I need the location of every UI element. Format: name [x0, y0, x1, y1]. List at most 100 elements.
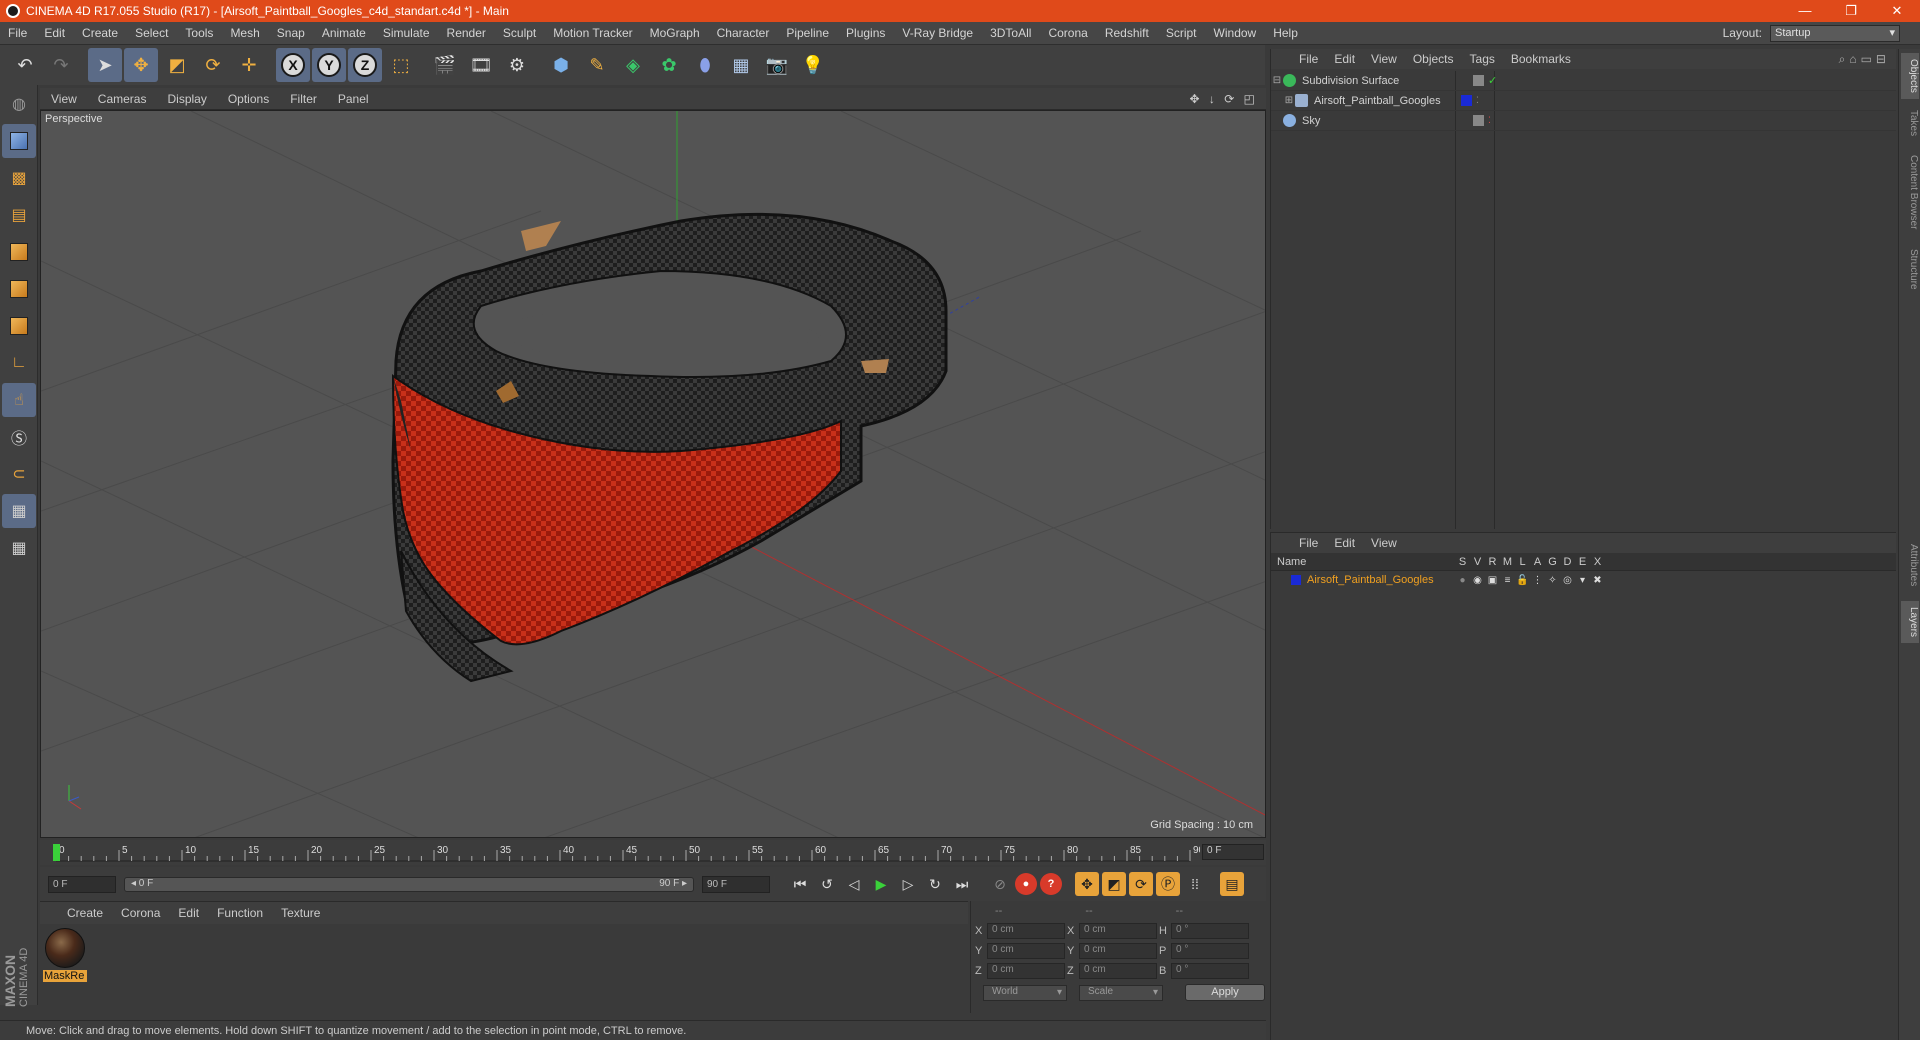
menu-redshift[interactable]: Redshift: [1097, 26, 1158, 40]
menu-mesh[interactable]: Mesh: [222, 26, 268, 40]
solo-toggle-icon[interactable]: ●: [1455, 575, 1470, 586]
deformer-icon[interactable]: ⬮: [688, 48, 722, 82]
end-frame-field[interactable]: 90 F: [702, 875, 770, 893]
manager-toggle-icon[interactable]: ≡: [1500, 575, 1515, 586]
light-icon[interactable]: 💡: [796, 48, 830, 82]
material-menu-function[interactable]: Function: [208, 906, 272, 920]
enabled-check-icon[interactable]: ✓: [1488, 74, 1497, 87]
step-back-icon[interactable]: ◁: [842, 872, 866, 896]
redo-icon[interactable]: ↷: [44, 48, 78, 82]
scale-tool-icon[interactable]: ◩: [160, 48, 194, 82]
play-forward-icon[interactable]: ▶: [869, 872, 893, 896]
floor-scene-icon[interactable]: ▦: [724, 48, 758, 82]
z-axis-lock-button[interactable]: Z: [348, 48, 382, 82]
tab-layers[interactable]: Layers: [1901, 601, 1919, 643]
viewport-menu-cameras[interactable]: Cameras: [87, 92, 157, 106]
layer-col-manager[interactable]: M: [1500, 556, 1515, 568]
tweak-mode-icon[interactable]: ☝: [2, 383, 36, 417]
layer-color-swatch[interactable]: [1291, 575, 1301, 585]
go-to-start-icon[interactable]: ⏮: [788, 872, 812, 896]
array-generator-icon[interactable]: ✿: [652, 48, 686, 82]
generator-toggle-icon[interactable]: ✧: [1545, 575, 1560, 586]
polygons-mode-icon[interactable]: [2, 309, 36, 343]
tab-content-browser[interactable]: Content Browser: [1901, 147, 1919, 237]
menu-vray-bridge[interactable]: V-Ray Bridge: [894, 26, 982, 40]
viewport-menu-filter[interactable]: Filter: [279, 92, 327, 106]
rotation-b-field[interactable]: 0 °: [1171, 963, 1249, 979]
position-x-field[interactable]: 0 cm: [987, 923, 1065, 939]
viewport-menu-display[interactable]: Display: [156, 92, 216, 106]
subdivision-surface-icon[interactable]: ◈: [616, 48, 650, 82]
x-axis-lock-button[interactable]: X: [276, 48, 310, 82]
object-row-airsoft-googles[interactable]: ⊞ Airsoft_Paintball_Googles ⁚: [1271, 91, 1896, 111]
expand-toggle-icon[interactable]: ⊟: [1271, 75, 1283, 86]
position-z-field[interactable]: 0 cm: [987, 963, 1065, 979]
menu-tools[interactable]: Tools: [177, 26, 222, 40]
material-menu-corona[interactable]: Corona: [112, 906, 169, 920]
viewport-menu-panel[interactable]: Panel: [327, 92, 379, 106]
render-picture-viewer-icon[interactable]: 🎞: [464, 48, 498, 82]
objects-menu-bookmarks[interactable]: Bookmarks: [1503, 52, 1579, 66]
layer-col-render[interactable]: R: [1485, 556, 1500, 568]
y-axis-lock-button[interactable]: Y: [312, 48, 346, 82]
menu-motion-tracker[interactable]: Motion Tracker: [545, 26, 641, 40]
rotation-p-field[interactable]: 0 °: [1171, 943, 1249, 959]
layers-menu-edit[interactable]: Edit: [1326, 536, 1363, 550]
menu-select[interactable]: Select: [127, 26, 177, 40]
layout-dropdown[interactable]: Startup: [1770, 24, 1900, 42]
position-y-field[interactable]: 0 cm: [987, 943, 1065, 959]
view-toggle-icon[interactable]: ◉: [1470, 575, 1485, 586]
layer-col-locked[interactable]: L: [1515, 556, 1530, 568]
make-editable-icon[interactable]: ◍: [2, 87, 36, 121]
tab-objects[interactable]: Objects: [1901, 53, 1919, 99]
move-tool-icon[interactable]: ✥: [124, 48, 158, 82]
visibility-toggle-icon[interactable]: [1473, 115, 1484, 126]
tab-structure[interactable]: Structure: [1901, 243, 1919, 295]
camera-icon[interactable]: 📷: [760, 48, 794, 82]
step-forward-icon[interactable]: ▷: [896, 872, 920, 896]
key-parameter-icon[interactable]: Ⓟ: [1156, 872, 1180, 896]
objects-menu-view[interactable]: View: [1363, 52, 1405, 66]
menu-mograph[interactable]: MoGraph: [642, 26, 709, 40]
viewport-menu-options[interactable]: Options: [217, 92, 279, 106]
size-mode-dropdown[interactable]: Scale: [1079, 984, 1163, 1001]
key-position-icon[interactable]: ✥: [1075, 872, 1099, 896]
layer-row[interactable]: Airsoft_Paintball_Googles ● ◉ ▣ ≡ 🔓 ⋮ ✧ …: [1271, 571, 1896, 589]
rotate-tool-icon[interactable]: ⟳: [196, 48, 230, 82]
objects-menu-tags[interactable]: Tags: [1462, 52, 1503, 66]
undo-icon[interactable]: ↶: [8, 48, 42, 82]
model-mode-icon[interactable]: [2, 124, 36, 158]
material-menu-create[interactable]: Create: [58, 906, 112, 920]
tab-attributes[interactable]: Attributes: [1901, 535, 1919, 595]
objects-menu-edit[interactable]: Edit: [1326, 52, 1363, 66]
material-menu-texture[interactable]: Texture: [272, 906, 329, 920]
menu-simulate[interactable]: Simulate: [375, 26, 439, 40]
menu-plugins[interactable]: Plugins: [838, 26, 894, 40]
animation-toggle-icon[interactable]: ⋮: [1530, 575, 1545, 586]
frame-range-slider[interactable]: ◂ 0 F 90 F ▸: [124, 876, 694, 892]
record-keys-icon[interactable]: ⊘: [988, 872, 1012, 896]
tab-takes[interactable]: Takes: [1901, 105, 1919, 141]
layers-menu-file[interactable]: File: [1291, 536, 1326, 550]
spline-pen-icon[interactable]: ✎: [580, 48, 614, 82]
size-z-field[interactable]: 0 cm: [1079, 963, 1157, 979]
visibility-dots-icon[interactable]: ⁚: [1476, 95, 1479, 106]
layer-col-view[interactable]: V: [1470, 556, 1485, 568]
go-to-previous-key-icon[interactable]: ↺: [815, 872, 839, 896]
workplane-mode-icon[interactable]: ▤: [2, 198, 36, 232]
menu-corona[interactable]: Corona: [1040, 26, 1096, 40]
expand-toggle-icon[interactable]: ⊞: [1283, 95, 1295, 106]
maximize-button[interactable]: ❐: [1828, 3, 1874, 19]
solo-mode-icon[interactable]: Ⓢ: [2, 420, 36, 454]
menu-window[interactable]: Window: [1206, 26, 1266, 40]
viewport-navigation-icons[interactable]: ✥ ↓ ⟳ ◰: [1190, 92, 1266, 106]
lock-toggle-icon[interactable]: 🔓: [1515, 575, 1530, 586]
object-row-subdivision-surface[interactable]: ⊟ Subdivision Surface ✓: [1271, 71, 1896, 91]
menu-script[interactable]: Script: [1158, 26, 1206, 40]
layer-col-animation[interactable]: A: [1530, 556, 1545, 568]
rotation-h-field[interactable]: 0 °: [1171, 923, 1249, 939]
layer-col-generators[interactable]: G: [1545, 556, 1560, 568]
cube-object-icon[interactable]: ⬢: [544, 48, 578, 82]
close-button[interactable]: ✕: [1874, 3, 1920, 19]
layer-col-expressions[interactable]: E: [1575, 556, 1590, 568]
